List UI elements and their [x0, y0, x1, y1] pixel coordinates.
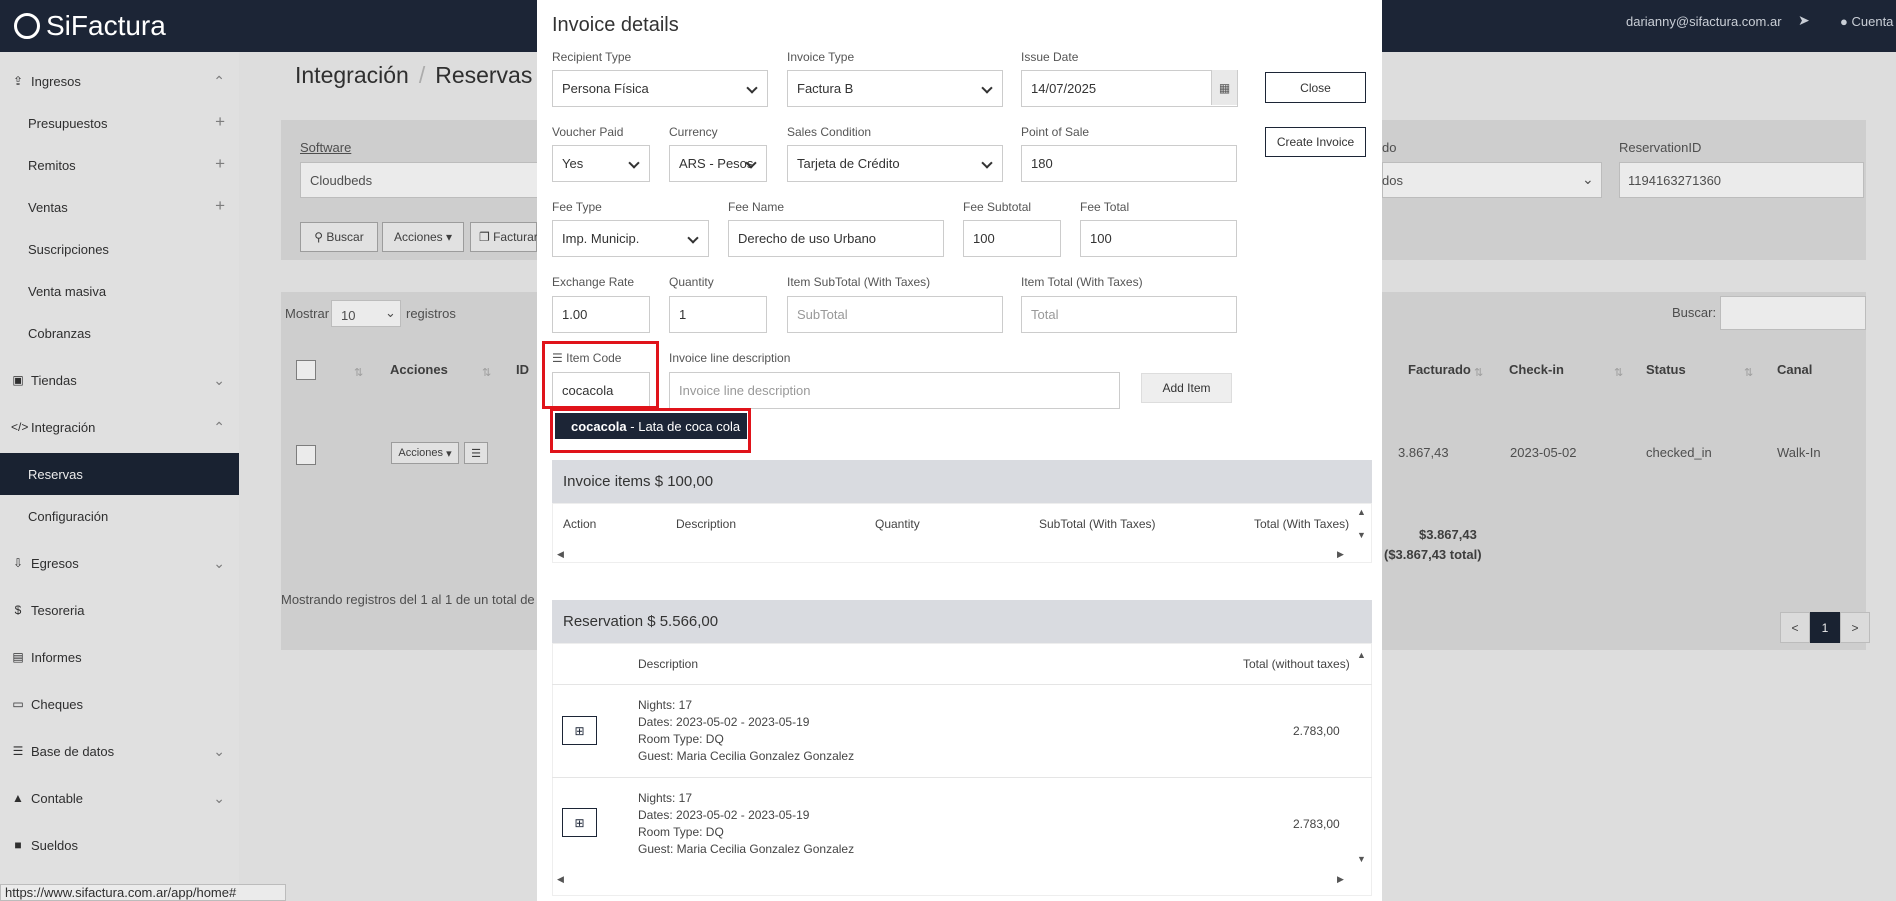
voucher-paid-label: Voucher Paid [552, 125, 624, 139]
logo-ring-icon [14, 13, 40, 39]
line-description-input[interactable]: Invoice line description [669, 372, 1120, 409]
item-code-highlight [542, 341, 659, 409]
plus-square-icon: ⊞ [574, 815, 585, 830]
voucher-paid-select[interactable]: Yes [552, 145, 650, 182]
issue-date-input[interactable]: 14/07/2025 [1021, 70, 1238, 107]
quantity-label: Quantity [669, 275, 714, 289]
scroll-left-icon[interactable]: ◀ [557, 874, 564, 885]
fee-subtotal-label: Fee Subtotal [963, 200, 1032, 214]
items-total-header: Total (With Taxes) [1254, 517, 1350, 531]
exchange-rate-label: Exchange Rate [552, 275, 635, 289]
scroll-down-icon[interactable]: ▼ [1357, 854, 1366, 864]
reservation-row-total: 2.783,00 [1293, 724, 1340, 738]
item-subtotal-input[interactable]: SubTotal [787, 296, 1003, 333]
modal-title: Invoice details [552, 14, 679, 36]
add-item-button[interactable]: Add Item [1141, 373, 1232, 403]
item-total-label: Item Total (With Taxes) [1021, 275, 1143, 289]
currency-select[interactable]: ARS - Pesos [669, 145, 767, 182]
create-invoice-button[interactable]: Create Invoice [1265, 127, 1366, 157]
recipient-type-select[interactable]: Persona Física [552, 70, 768, 107]
scroll-right-icon[interactable]: ▶ [1337, 874, 1344, 885]
items-subtotal-header: SubTotal (With Taxes) [1039, 517, 1156, 531]
fee-subtotal-input[interactable]: 100 [963, 220, 1061, 257]
items-description-header: Description [676, 517, 737, 531]
suggestion-highlight [550, 408, 751, 453]
quantity-input[interactable]: 1 [669, 296, 767, 333]
sales-condition-label: Sales Condition [787, 125, 872, 139]
reservation-description-header: Description [638, 657, 699, 671]
row-divider [552, 777, 1372, 778]
reservation-row-details: Nights: 17 Dates: 2023-05-02 - 2023-05-1… [638, 698, 855, 763]
item-subtotal-label: Item SubTotal (With Taxes) [787, 275, 931, 289]
invoice-items-table [552, 503, 1372, 563]
point-of-sale-input[interactable]: 180 [1021, 145, 1237, 182]
scroll-up-icon[interactable]: ▲ [1357, 650, 1366, 660]
reservation-row-details: Nights: 17 Dates: 2023-05-02 - 2023-05-1… [638, 791, 855, 856]
account-menu[interactable]: ● Cuenta [1840, 14, 1893, 29]
invoice-type-select[interactable]: Factura B [787, 70, 1003, 107]
fee-name-input[interactable]: Derecho de uso Urbano [728, 220, 944, 257]
plus-square-icon: ⊞ [574, 723, 585, 738]
exchange-rate-input[interactable]: 1.00 [552, 296, 650, 333]
reservation-header: Reservation $ 5.566,00 [552, 600, 1372, 643]
row-divider [552, 684, 1372, 685]
user-icon: ● [1840, 14, 1848, 29]
app-logo[interactable]: SiFactura [14, 10, 166, 42]
scroll-left-icon[interactable]: ◀ [557, 549, 564, 560]
scroll-up-icon[interactable]: ▲ [1357, 507, 1366, 517]
issue-date-label: Issue Date [1021, 50, 1079, 64]
user-email[interactable]: darianny@sifactura.com.ar [1626, 14, 1782, 29]
reservation-total-header: Total (without taxes) [1243, 657, 1350, 671]
scroll-right-icon[interactable]: ▶ [1337, 549, 1344, 560]
scroll-down-icon[interactable]: ▼ [1357, 530, 1366, 540]
fee-type-select[interactable]: Imp. Municip. [552, 220, 709, 257]
currency-label: Currency [669, 125, 718, 139]
send-icon[interactable]: ➤ [1798, 12, 1810, 29]
fee-total-input[interactable]: 100 [1080, 220, 1237, 257]
fee-name-label: Fee Name [728, 200, 785, 214]
item-total-input[interactable]: Total [1021, 296, 1237, 333]
recipient-type-label: Recipient Type [552, 50, 632, 64]
expand-row-button[interactable]: ⊞ [562, 716, 597, 745]
fee-total-label: Fee Total [1080, 200, 1130, 214]
items-quantity-header: Quantity [875, 517, 920, 531]
items-action-header: Action [563, 517, 597, 531]
point-of-sale-label: Point of Sale [1021, 125, 1090, 139]
invoice-type-label: Invoice Type [787, 50, 855, 64]
fee-type-label: Fee Type [552, 200, 602, 214]
reservation-row-total: 2.783,00 [1293, 817, 1340, 831]
close-button[interactable]: Close [1265, 72, 1366, 103]
calendar-icon[interactable]: ▦ [1211, 70, 1237, 105]
reservation-table [552, 643, 1372, 896]
expand-row-button[interactable]: ⊞ [562, 808, 597, 837]
invoice-items-header: Invoice items $ 100,00 [552, 460, 1372, 503]
sales-condition-select[interactable]: Tarjeta de Crédito [787, 145, 1003, 182]
line-description-label: Invoice line description [669, 351, 791, 365]
